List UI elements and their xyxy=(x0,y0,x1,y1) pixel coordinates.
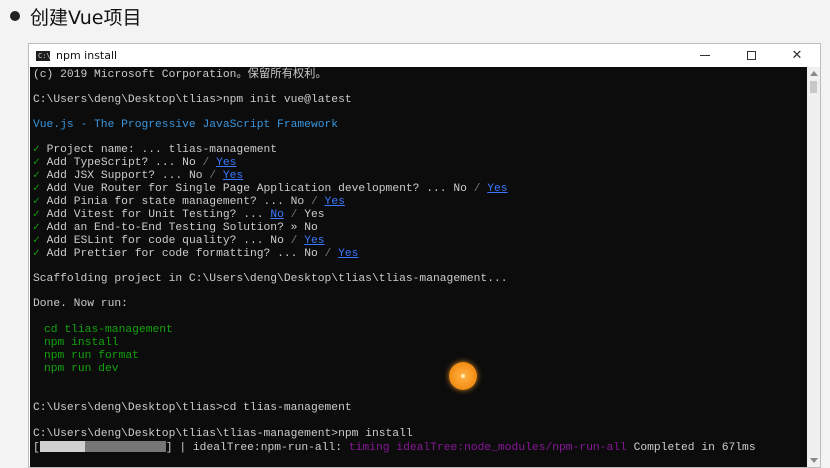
console-line-progress: [] | idealTree:npm-run-all: timing ideal… xyxy=(33,441,756,454)
console-question: ✓ Add ESLint for code quality? ... No / … xyxy=(33,235,325,247)
console-question: ✓ Add an End-to-End Testing Solution? » … xyxy=(33,222,318,234)
slide-title: 创建Vue项目 xyxy=(30,6,142,29)
console-next-step: npm run dev xyxy=(44,363,119,375)
scroll-up-icon[interactable] xyxy=(810,71,818,76)
console-next-step: cd tlias-management xyxy=(44,324,173,336)
cursor-highlight-icon xyxy=(449,362,477,390)
title-bar[interactable]: C:\ npm install ✕ xyxy=(29,44,820,67)
progress-bar-remaining xyxy=(84,441,166,452)
console-line-scaffolding: Scaffolding project in C:\Users\deng\Des… xyxy=(33,273,508,285)
bullet-icon xyxy=(10,11,20,21)
scroll-thumb[interactable] xyxy=(810,81,817,93)
console-line-prompt: C:\Users\deng\Desktop\tlias>cd tlias-man… xyxy=(33,402,352,414)
terminal-window[interactable]: C:\ npm install ✕ (c) 2019 Microsoft Cor… xyxy=(28,43,821,468)
console-question: ✓ Add TypeScript? ... No / Yes xyxy=(33,157,237,169)
vertical-scrollbar[interactable] xyxy=(807,67,820,467)
window-controls: ✕ xyxy=(682,44,820,67)
console-line-copyright: (c) 2019 Microsoft Corporation。保留所有权利。 xyxy=(33,69,327,81)
close-icon: ✕ xyxy=(791,48,803,63)
console-question: ✓ Add Vue Router for Single Page Applica… xyxy=(33,183,508,195)
progress-bar-fill xyxy=(39,441,85,452)
console-app-icon: C:\ xyxy=(36,50,51,61)
console-line-vue-banner: Vue.js - The Progressive JavaScript Fram… xyxy=(33,119,339,131)
console-line-done: Done. Now run: xyxy=(33,298,128,310)
console-output[interactable]: (c) 2019 Microsoft Corporation。保留所有权利。 C… xyxy=(30,67,808,467)
console-question: ✓ Add Pinia for state management? ... No… xyxy=(33,196,345,208)
slide-heading: 创建Vue项目 xyxy=(10,4,142,29)
console-question: ✓ Project name: ... tlias-management xyxy=(33,144,278,156)
maximize-icon xyxy=(746,51,756,60)
maximize-button[interactable] xyxy=(728,44,774,67)
console-question: ✓ Add JSX Support? ... No / Yes xyxy=(33,170,244,182)
minimize-icon xyxy=(700,55,710,56)
console-question: ✓ Add Vitest for Unit Testing? ... No / … xyxy=(33,209,325,221)
console-question: ✓ Add Prettier for code formatting? ... … xyxy=(33,248,359,260)
window-title: npm install xyxy=(56,49,118,62)
console-line-prompt: C:\Users\deng\Desktop\tlias\tlias-manage… xyxy=(33,428,413,440)
console-next-step: npm install xyxy=(44,337,119,349)
minimize-button[interactable] xyxy=(682,44,728,67)
scroll-down-icon[interactable] xyxy=(810,458,818,463)
close-button[interactable]: ✕ xyxy=(774,44,820,67)
console-line-prompt: C:\Users\deng\Desktop\tlias>npm init vue… xyxy=(33,94,352,106)
console-next-step: npm run format xyxy=(44,350,139,362)
